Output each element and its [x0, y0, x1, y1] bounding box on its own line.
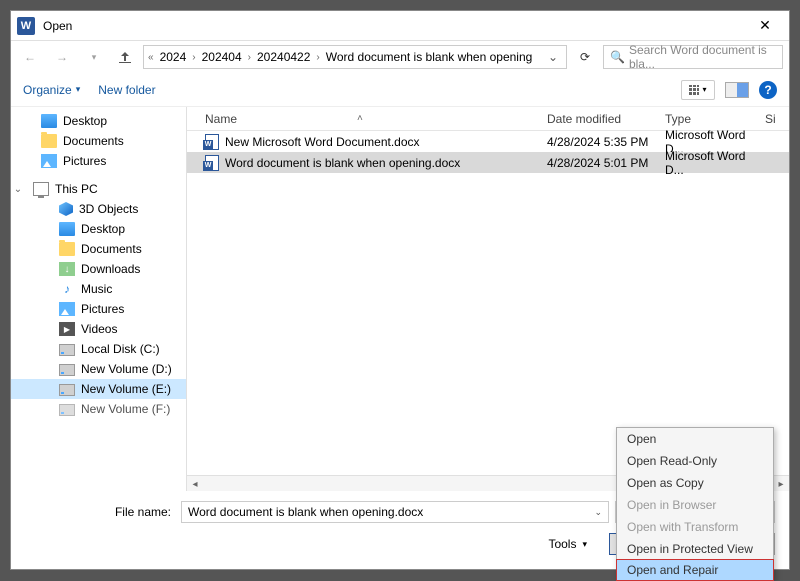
chevron-right-icon: › — [248, 52, 251, 63]
history-dropdown[interactable]: ▾ — [81, 45, 107, 69]
disk-icon — [59, 404, 75, 416]
desktop-icon — [59, 222, 75, 236]
tools-dropdown[interactable]: Tools▾ — [548, 537, 587, 551]
filename-label: File name: — [25, 505, 175, 519]
sidebar-item-documents[interactable]: Documents — [11, 239, 186, 259]
breadcrumb-item[interactable]: 20240422 — [255, 50, 312, 64]
sidebar-item-disk-c[interactable]: Local Disk (C:) — [11, 339, 186, 359]
menu-item-open-and-repair[interactable]: Open and Repair — [616, 559, 774, 581]
menu-item-open-in-browser: Open in Browser — [617, 494, 773, 516]
sidebar-item-desktop[interactable]: Desktop — [11, 219, 186, 239]
folder-icon — [41, 134, 57, 148]
folder-icon — [59, 242, 75, 256]
menu-item-open[interactable]: Open — [617, 428, 773, 450]
expand-icon[interactable]: ⌄ — [13, 184, 23, 195]
pictures-icon — [59, 302, 75, 316]
videos-icon: ▶ — [59, 322, 75, 336]
sidebar-item-videos[interactable]: ▶Videos — [11, 319, 186, 339]
sidebar-item-3d-objects[interactable]: 3D Objects — [11, 199, 186, 219]
scroll-left-icon[interactable]: ◂ — [187, 476, 203, 492]
disk-icon — [59, 364, 75, 376]
word-doc-icon — [205, 134, 219, 150]
chevron-right-icon: › — [192, 52, 195, 63]
sidebar-item-documents[interactable]: Documents — [11, 131, 186, 151]
menu-item-open-with-transform: Open with Transform — [617, 516, 773, 538]
disk-icon — [59, 344, 75, 356]
breadcrumb-item[interactable]: Word document is blank when opening — [324, 50, 535, 64]
new-folder-button[interactable]: New folder — [98, 83, 155, 97]
column-date[interactable]: Date modified — [547, 112, 665, 126]
titlebar: W Open ✕ — [11, 11, 789, 41]
desktop-icon — [41, 114, 57, 128]
sidebar-item-downloads[interactable]: ↓Downloads — [11, 259, 186, 279]
organize-button[interactable]: Organize▾ — [23, 83, 80, 97]
breadcrumb-item[interactable]: 202404 — [200, 50, 244, 64]
view-picker[interactable]: ▾ — [681, 80, 715, 100]
breadcrumb-sep-icon: « — [148, 52, 154, 63]
file-row[interactable]: Word document is blank when opening.docx… — [187, 152, 789, 173]
forward-button[interactable]: → — [49, 45, 75, 69]
column-size[interactable]: Si — [761, 112, 789, 126]
sidebar: Desktop Documents Pictures ⌄This PC 3D O… — [11, 107, 187, 491]
window-title: Open — [43, 19, 747, 33]
back-button[interactable]: ← — [17, 45, 43, 69]
sidebar-item-this-pc[interactable]: ⌄This PC — [11, 179, 186, 199]
word-app-icon: W — [17, 17, 35, 35]
open-dialog: W Open ✕ ← → ▾ « 2024 › 202404 › 2024042… — [10, 10, 790, 570]
sidebar-item-desktop[interactable]: Desktop — [11, 111, 186, 131]
breadcrumb-item[interactable]: 2024 — [158, 50, 189, 64]
3d-objects-icon — [59, 202, 73, 216]
open-dropdown-menu: Open Open Read-Only Open as Copy Open in… — [616, 427, 774, 581]
chevron-right-icon: › — [316, 52, 319, 63]
sort-asc-icon: ˄ — [357, 113, 363, 124]
preview-pane-button[interactable] — [725, 82, 749, 98]
search-placeholder: Search Word document is bla... — [629, 43, 776, 71]
search-icon: 🔍 — [610, 50, 625, 64]
menu-item-open-protected[interactable]: Open in Protected View — [617, 538, 773, 560]
refresh-button[interactable]: ⟳ — [573, 45, 597, 69]
search-input[interactable]: 🔍 Search Word document is bla... — [603, 45, 783, 69]
music-icon: ♪ — [59, 282, 75, 296]
help-button[interactable]: ? — [759, 81, 777, 99]
pc-icon — [33, 182, 49, 196]
chevron-down-icon[interactable]: ⌄ — [594, 507, 602, 518]
sidebar-item-pictures[interactable]: Pictures — [11, 151, 186, 171]
menu-item-open-readonly[interactable]: Open Read-Only — [617, 450, 773, 472]
menu-item-open-as-copy[interactable]: Open as Copy — [617, 472, 773, 494]
sidebar-item-music[interactable]: ♪Music — [11, 279, 186, 299]
column-name[interactable]: Name˄ — [187, 112, 547, 126]
toolbar: Organize▾ New folder ▾ ? — [11, 73, 789, 107]
pictures-icon — [41, 154, 57, 168]
disk-icon — [59, 384, 75, 396]
sidebar-item-disk-d[interactable]: New Volume (D:) — [11, 359, 186, 379]
sidebar-item-pictures[interactable]: Pictures — [11, 299, 186, 319]
close-button[interactable]: ✕ — [747, 12, 783, 40]
word-doc-icon — [205, 155, 219, 171]
breadcrumb-drop-icon[interactable]: ⌄ — [544, 50, 562, 64]
filename-input[interactable]: Word document is blank when opening.docx… — [181, 501, 609, 523]
up-button[interactable] — [113, 45, 137, 69]
breadcrumb[interactable]: « 2024 › 202404 › 20240422 › Word docume… — [143, 45, 567, 69]
sidebar-item-disk-f[interactable]: New Volume (F:) — [11, 399, 186, 419]
sidebar-item-disk-e[interactable]: New Volume (E:) — [11, 379, 186, 399]
navbar: ← → ▾ « 2024 › 202404 › 20240422 › Word … — [11, 41, 789, 73]
column-type[interactable]: Type — [665, 112, 761, 126]
downloads-icon: ↓ — [59, 262, 75, 276]
